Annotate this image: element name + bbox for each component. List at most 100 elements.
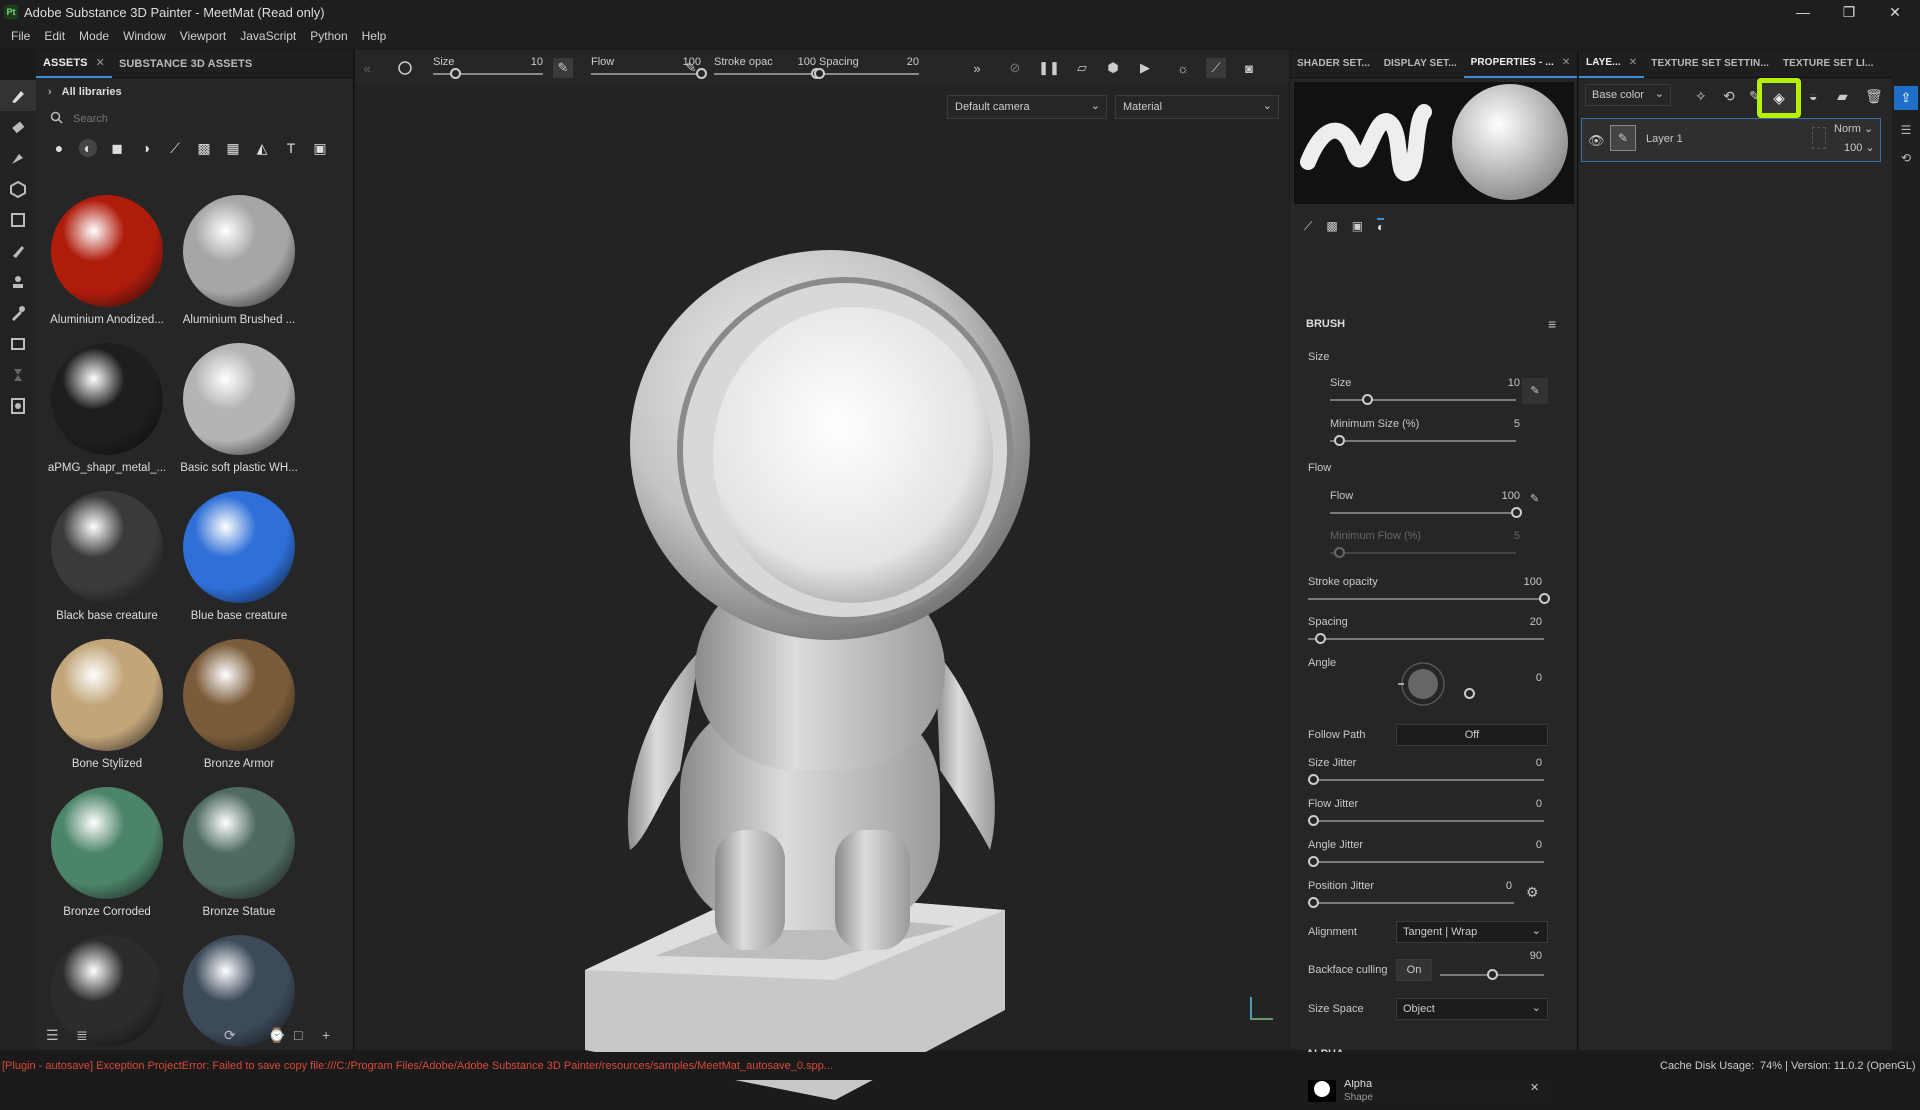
backface-culling-knob[interactable] — [1487, 969, 1498, 980]
paint-mode-icon[interactable]: ⟋ — [1206, 58, 1226, 78]
follow-path-toggle[interactable]: Off — [1396, 724, 1548, 746]
angle-jitter-knob[interactable] — [1308, 856, 1319, 867]
delete-icon[interactable]: 🗑 — [1865, 88, 1883, 105]
symmetry-icon[interactable]: ⊘ — [1005, 58, 1025, 78]
measure-tool-icon[interactable] — [0, 359, 36, 390]
add-icon[interactable]: + — [322, 1027, 330, 1043]
tab-display-settings[interactable]: DISPLAY SET... — [1377, 50, 1464, 78]
screenshot-icon[interactable]: ◙ — [1239, 58, 1259, 78]
material-tile[interactable]: Bronze Armor — [174, 634, 304, 774]
material-tile[interactable]: Basic soft plastic WH... — [174, 338, 304, 478]
library-selector[interactable]: › All libraries — [36, 78, 353, 106]
blend-mode-dropdown[interactable]: Norm ⌄ — [1834, 122, 1873, 135]
selection-icon[interactable]: ▱ — [1072, 58, 1092, 78]
material-tile[interactable]: aPMG_shapr_metal_... — [42, 338, 172, 478]
layer-opacity-dropdown[interactable]: 100 ⌄ — [1844, 141, 1875, 154]
collapse-left-icon[interactable]: « — [357, 58, 377, 78]
visibility-eye-icon[interactable]: 👁 — [1588, 133, 1605, 149]
expand-toolbar-icon[interactable]: » — [967, 58, 987, 78]
add-fill-layer-icon[interactable]: ◈ — [1757, 78, 1801, 118]
min-flow-knob[interactable] — [1334, 547, 1346, 558]
pen-pressure-icon[interactable]: ✎ — [553, 58, 573, 78]
backface-culling-toggle[interactable]: On — [1396, 959, 1432, 981]
camera-dropdown[interactable]: Default camera ⌄ — [947, 95, 1107, 119]
cube-view-icon[interactable]: ⬢ — [1103, 58, 1123, 78]
flow-pressure-icon[interactable]: ✎ — [1530, 492, 1539, 505]
all-assets-filter-icon[interactable]: ▣ — [311, 139, 329, 157]
projection-tool-icon[interactable] — [0, 142, 36, 173]
textures-filter-icon[interactable]: ◭ — [253, 139, 271, 157]
mask-settings-icon[interactable]: ▣ — [1352, 219, 1363, 233]
minimize-icon[interactable]: — — [1780, 0, 1826, 24]
channel-dropdown[interactable]: Base color ⌄ — [1585, 84, 1671, 106]
eraser-tool-icon[interactable] — [0, 111, 36, 142]
menu-icon[interactable]: ≡ — [1548, 316, 1556, 332]
toolbar-size-slider[interactable]: Size 10 — [433, 50, 543, 84]
list-view-icon[interactable]: ☰ — [46, 1027, 59, 1044]
meetmat-model[interactable] — [535, 150, 1095, 1110]
add-mask-icon[interactable]: ⟲ — [1723, 88, 1735, 105]
materials-filter-icon[interactable]: ● — [50, 139, 68, 157]
menu-mode[interactable]: Mode — [72, 29, 116, 43]
camera-icon[interactable]: ▶ — [1135, 58, 1155, 78]
close-icon[interactable]: ✕ — [1562, 57, 1570, 68]
layer-row[interactable]: 👁 ✎ Layer 1 Norm ⌄ 100 ⌄ — [1581, 118, 1881, 162]
material-tile[interactable]: Aluminium Brushed ... — [174, 190, 304, 330]
restore-icon[interactable]: ❐ — [1826, 0, 1872, 24]
menu-file[interactable]: File — [4, 29, 37, 43]
particles-filter-icon[interactable]: ▩ — [195, 139, 213, 157]
geometry-fill-tool-icon[interactable] — [0, 173, 36, 204]
refresh-icon[interactable]: ⟳ — [224, 1027, 236, 1044]
menu-edit[interactable]: Edit — [37, 29, 72, 43]
close-icon[interactable]: ✕ — [1530, 1081, 1539, 1094]
material-settings-icon[interactable]: ▩ — [1326, 219, 1337, 233]
close-icon[interactable]: ✕ — [1629, 57, 1637, 68]
environment-icon[interactable]: ☼ — [1173, 58, 1193, 78]
details-view-icon[interactable]: ≣ — [76, 1027, 88, 1044]
menu-viewport[interactable]: Viewport — [173, 29, 233, 43]
pause-icon[interactable]: ❚❚ — [1038, 58, 1060, 78]
tab-layers[interactable]: LAYE... ✕ — [1579, 50, 1645, 78]
tab-shader-settings[interactable]: SHADER SET... — [1290, 50, 1377, 78]
flow-jitter-knob[interactable] — [1308, 815, 1319, 826]
material-tile[interactable]: Black base creature — [42, 486, 172, 626]
close-icon[interactable]: ✕ — [96, 56, 105, 69]
size-knob[interactable] — [1362, 394, 1374, 405]
angle-knob[interactable] — [1464, 688, 1475, 699]
material-tile[interactable]: Bronze Corroded — [42, 782, 172, 922]
tab-substance-3d-assets[interactable]: SUBSTANCE 3D ASSETS — [112, 50, 259, 78]
smart-materials-filter-icon[interactable]: ◐ — [79, 139, 97, 157]
menu-help[interactable]: Help — [355, 29, 394, 43]
spacing-knob[interactable] — [1314, 633, 1326, 644]
mask-slot[interactable] — [1812, 127, 1826, 149]
polygon-fill-tool-icon[interactable] — [0, 204, 36, 235]
size-jitter-knob[interactable] — [1308, 774, 1319, 785]
layer-name[interactable]: Layer 1 — [1646, 133, 1683, 145]
alignment-dropdown[interactable]: Tangent | Wrap ⌄ — [1396, 921, 1548, 943]
brush-settings-icon[interactable]: ⟋ — [1304, 219, 1312, 234]
size-space-dropdown[interactable]: Object ⌄ — [1396, 998, 1548, 1020]
material-tile[interactable]: Bronze Statue — [174, 782, 304, 922]
tab-properties[interactable]: PROPERTIES - ... ✕ — [1463, 50, 1578, 78]
text-filter-icon[interactable]: T — [282, 139, 300, 157]
menu-window[interactable]: Window — [116, 29, 173, 43]
material-tile[interactable]: Aluminium Anodized... — [42, 190, 172, 330]
brush-shape-icon[interactable] — [395, 58, 415, 78]
flow-knob[interactable] — [1511, 507, 1522, 518]
paint-brush-tool-icon[interactable] — [0, 80, 36, 111]
brushes-filter-icon[interactable]: ⟋ — [166, 139, 184, 157]
material-tile[interactable]: Blue base creature — [174, 486, 304, 626]
alpha-settings-icon[interactable]: ◐ — [1377, 218, 1385, 234]
history-icon[interactable]: ⌚ — [268, 1027, 285, 1044]
menu-javascript[interactable]: JavaScript — [233, 29, 303, 43]
tools-filter-icon[interactable]: ▦ — [224, 139, 242, 157]
material-tile[interactable]: Bone Stylized — [42, 634, 172, 774]
bake-tool-icon[interactable] — [0, 390, 36, 421]
angle-dial-icon[interactable] — [1396, 658, 1456, 710]
history-icon[interactable]: ⟲ — [1894, 146, 1918, 170]
share-icon[interactable]: ⇪ — [1894, 86, 1918, 110]
smart-masks-filter-icon[interactable]: ◼ — [108, 139, 126, 157]
menu-python[interactable]: Python — [303, 29, 354, 43]
stroke-opacity-knob[interactable] — [1539, 593, 1550, 604]
toolbar-stroke-opacity-slider[interactable]: Stroke opac 100 — [714, 50, 822, 84]
